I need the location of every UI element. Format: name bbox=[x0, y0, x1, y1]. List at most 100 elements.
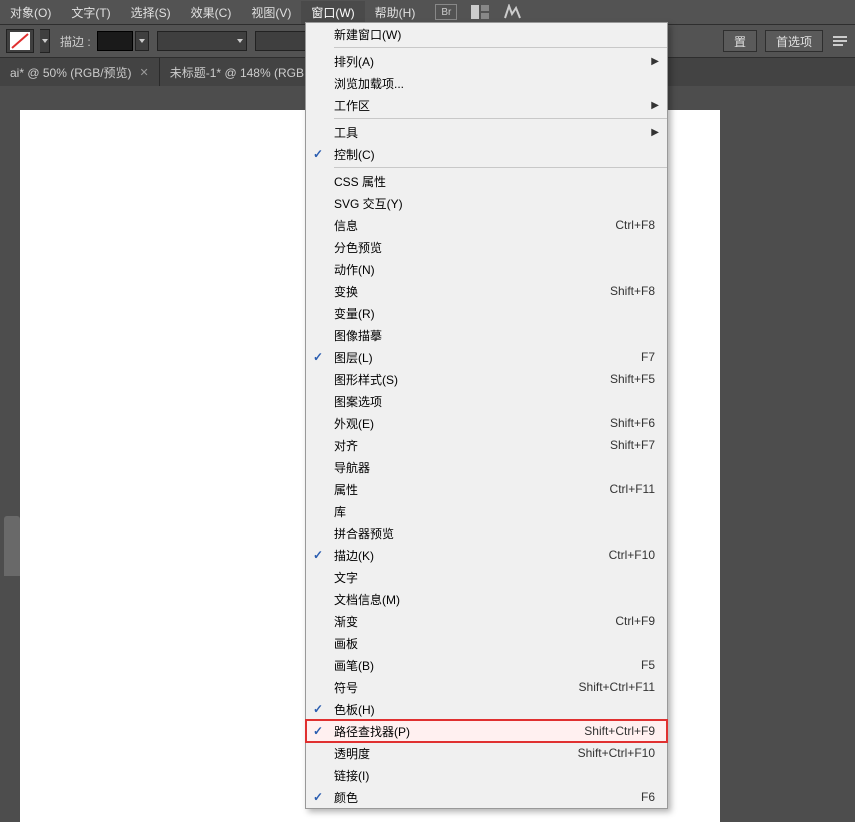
menu-item-label: 文档信息(M) bbox=[330, 591, 655, 608]
menu-item-label: CSS 属性 bbox=[330, 173, 655, 190]
stroke-swatch[interactable] bbox=[97, 31, 133, 51]
menu-item[interactable]: 导航器 bbox=[306, 456, 667, 478]
menu-type[interactable]: 文字(T) bbox=[61, 1, 120, 24]
menu-window[interactable]: 窗口(W) bbox=[301, 1, 364, 24]
menu-item[interactable]: 拼合器预览 bbox=[306, 522, 667, 544]
shortcut-label: Ctrl+F8 bbox=[615, 218, 655, 232]
tool-caret[interactable] bbox=[40, 29, 50, 53]
menu-item[interactable]: 符号Shift+Ctrl+F11 bbox=[306, 676, 667, 698]
menu-item-label: 色板(H) bbox=[330, 701, 655, 718]
menu-item[interactable]: 图形样式(S)Shift+F5 bbox=[306, 368, 667, 390]
doc-setup-button[interactable]: 置 bbox=[723, 30, 757, 52]
menu-item[interactable]: 图像描摹 bbox=[306, 324, 667, 346]
shortcut-label: Ctrl+F11 bbox=[610, 482, 655, 496]
arrange-docs-icon[interactable] bbox=[471, 3, 489, 21]
check-icon: ✓ bbox=[306, 702, 330, 716]
shortcut-label: Shift+F5 bbox=[610, 372, 655, 386]
menu-item-label: 图层(L) bbox=[330, 349, 641, 366]
menu-item[interactable]: ✓色板(H) bbox=[306, 698, 667, 720]
menu-item-label: 变量(R) bbox=[330, 305, 655, 322]
menu-item[interactable]: 画笔(B)F5 bbox=[306, 654, 667, 676]
menu-item-label: 属性 bbox=[330, 481, 610, 498]
bridge-icon[interactable]: Br bbox=[435, 4, 457, 20]
menu-item-label: 符号 bbox=[330, 679, 579, 696]
menu-separator bbox=[334, 167, 667, 168]
menu-separator bbox=[334, 47, 667, 48]
menu-item-label: 图像描摹 bbox=[330, 327, 655, 344]
close-icon[interactable]: ✕ bbox=[140, 66, 149, 79]
menu-item[interactable]: ✓控制(C) bbox=[306, 143, 667, 165]
check-icon: ✓ bbox=[306, 147, 330, 161]
menu-item[interactable]: CSS 属性 bbox=[306, 170, 667, 192]
menu-select[interactable]: 选择(S) bbox=[121, 1, 181, 24]
chevron-right-icon: ▶ bbox=[651, 100, 659, 111]
menu-item-label: 控制(C) bbox=[330, 146, 655, 163]
chevron-right-icon: ▶ bbox=[651, 56, 659, 67]
menu-item[interactable]: 对齐Shift+F7 bbox=[306, 434, 667, 456]
window-menu-dropdown: 新建窗口(W)排列(A)▶浏览加载项...工作区▶工具▶✓控制(C)CSS 属性… bbox=[305, 22, 668, 809]
preferences-button[interactable]: 首选项 bbox=[765, 30, 823, 52]
menu-item[interactable]: 渐变Ctrl+F9 bbox=[306, 610, 667, 632]
check-icon: ✓ bbox=[306, 350, 330, 364]
menu-item[interactable]: 透明度Shift+Ctrl+F10 bbox=[306, 742, 667, 764]
stroke-caret[interactable] bbox=[135, 31, 149, 51]
menu-item[interactable]: SVG 交互(Y) bbox=[306, 192, 667, 214]
menu-item-label: 信息 bbox=[330, 217, 615, 234]
menu-item[interactable]: 分色预览 bbox=[306, 236, 667, 258]
menu-item[interactable]: 链接(I) bbox=[306, 764, 667, 786]
gpu-icon[interactable] bbox=[503, 3, 521, 21]
menu-separator bbox=[334, 118, 667, 119]
menu-item-label: 图形样式(S) bbox=[330, 371, 610, 388]
menu-item[interactable]: 新建窗口(W) bbox=[306, 23, 667, 45]
menu-item-label: 排列(A) bbox=[330, 53, 655, 70]
menu-item-label: 文字 bbox=[330, 569, 655, 586]
shortcut-label: Shift+Ctrl+F9 bbox=[584, 724, 655, 738]
stroke-weight-dropdown[interactable] bbox=[157, 31, 247, 51]
menu-item[interactable]: 信息Ctrl+F8 bbox=[306, 214, 667, 236]
menu-item-label: 分色预览 bbox=[330, 239, 655, 256]
menu-item[interactable]: 浏览加载项... bbox=[306, 72, 667, 94]
menu-item-label: 链接(I) bbox=[330, 767, 655, 784]
menu-item[interactable]: 变量(R) bbox=[306, 302, 667, 324]
menu-item-label: 图案选项 bbox=[330, 393, 655, 410]
menu-item[interactable]: 工具▶ bbox=[306, 121, 667, 143]
shortcut-label: F7 bbox=[641, 350, 655, 364]
document-tab-2[interactable]: 未标题-1* @ 148% (RGB bbox=[160, 58, 315, 86]
menu-item[interactable]: ✓颜色F6 bbox=[306, 786, 667, 808]
menu-item[interactable]: 图案选项 bbox=[306, 390, 667, 412]
menu-item[interactable]: ✓图层(L)F7 bbox=[306, 346, 667, 368]
menu-item[interactable]: 排列(A)▶ bbox=[306, 50, 667, 72]
document-tab-1[interactable]: ai* @ 50% (RGB/预览) ✕ bbox=[0, 58, 160, 86]
menu-item[interactable]: 库 bbox=[306, 500, 667, 522]
menu-item[interactable]: 文字 bbox=[306, 566, 667, 588]
menu-effect[interactable]: 效果(C) bbox=[181, 1, 242, 24]
check-icon: ✓ bbox=[306, 724, 330, 738]
menu-item-label: 画板 bbox=[330, 635, 655, 652]
menu-item[interactable]: ✓路径查找器(P)Shift+Ctrl+F9 bbox=[306, 720, 667, 742]
menu-item-label: 透明度 bbox=[330, 745, 578, 762]
menu-item-label: 描边(K) bbox=[330, 547, 609, 564]
menu-item-label: 库 bbox=[330, 503, 655, 520]
menu-item[interactable]: 文档信息(M) bbox=[306, 588, 667, 610]
menu-item-label: 工作区 bbox=[330, 97, 655, 114]
menu-item[interactable]: 变换Shift+F8 bbox=[306, 280, 667, 302]
shortcut-label: Ctrl+F9 bbox=[615, 614, 655, 628]
menu-item[interactable]: ✓描边(K)Ctrl+F10 bbox=[306, 544, 667, 566]
check-icon: ✓ bbox=[306, 790, 330, 804]
shortcut-label: Shift+Ctrl+F11 bbox=[579, 680, 655, 694]
menu-item[interactable]: 属性Ctrl+F11 bbox=[306, 478, 667, 500]
panel-menu-icon[interactable] bbox=[831, 32, 849, 50]
menu-item-label: 对齐 bbox=[330, 437, 610, 454]
menu-item[interactable]: 动作(N) bbox=[306, 258, 667, 280]
no-selection-icon[interactable] bbox=[6, 29, 34, 53]
menubar: 对象(O) 文字(T) 选择(S) 效果(C) 视图(V) 窗口(W) 帮助(H… bbox=[0, 0, 855, 24]
menu-object[interactable]: 对象(O) bbox=[0, 1, 61, 24]
menu-item[interactable]: 画板 bbox=[306, 632, 667, 654]
tab-label: ai* @ 50% (RGB/预览) bbox=[10, 64, 132, 81]
menu-item[interactable]: 外观(E)Shift+F6 bbox=[306, 412, 667, 434]
tab-label: 未标题-1* @ 148% (RGB bbox=[170, 64, 304, 81]
menu-view[interactable]: 视图(V) bbox=[241, 1, 301, 24]
shortcut-label: Shift+F7 bbox=[610, 438, 655, 452]
menu-item[interactable]: 工作区▶ bbox=[306, 94, 667, 116]
menu-help[interactable]: 帮助(H) bbox=[365, 1, 426, 24]
